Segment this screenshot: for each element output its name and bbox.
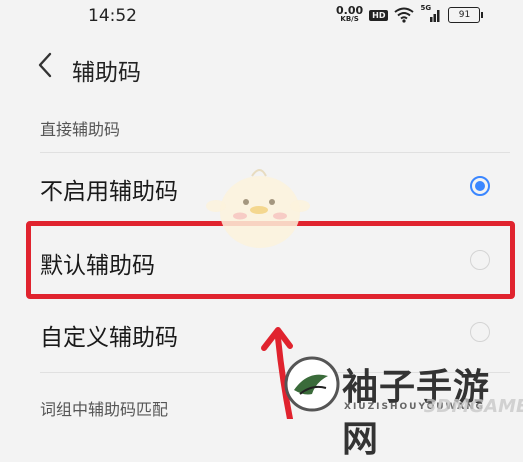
option-label: 自定义辅助码 — [40, 325, 178, 351]
mascot-icon — [206, 169, 310, 248]
watermark-sub2: 3DMGAME — [424, 396, 523, 417]
status-time: 14:52 — [88, 6, 137, 26]
radio-unselected[interactable] — [470, 322, 490, 342]
battery-icon: 91 — [448, 7, 484, 23]
chevron-left-icon[interactable] — [34, 48, 58, 82]
page-title: 辅助码 — [72, 60, 141, 86]
status-bar: 14:52 0.00 KB/S HD 5G 91 — [0, 0, 523, 34]
header: 辅助码 — [0, 42, 523, 92]
signal-icon — [430, 10, 440, 22]
option-label: 不启用辅助码 — [40, 179, 178, 205]
section-header-direct: 直接辅助码 — [40, 120, 121, 139]
network-speed: 0.00 KB/S — [336, 4, 364, 24]
cellular-signal: 5G — [420, 4, 442, 23]
bird-logo-icon — [284, 356, 340, 412]
network-speed-unit: KB/S — [340, 15, 359, 23]
radio-selected[interactable] — [470, 176, 490, 196]
status-icons: 0.00 KB/S HD 5G 91 — [336, 4, 484, 24]
hd-badge: HD — [369, 9, 389, 21]
network-speed-value: 0.00 — [336, 4, 364, 17]
section-header-phrase: 词组中辅助码匹配 — [40, 400, 169, 419]
divider — [40, 152, 510, 153]
battery-level: 91 — [458, 10, 471, 20]
watermark: 袖子手游网 XIUZISHOUYOUWANG 3DMGAME — [282, 348, 523, 460]
wifi-icon — [394, 7, 415, 23]
